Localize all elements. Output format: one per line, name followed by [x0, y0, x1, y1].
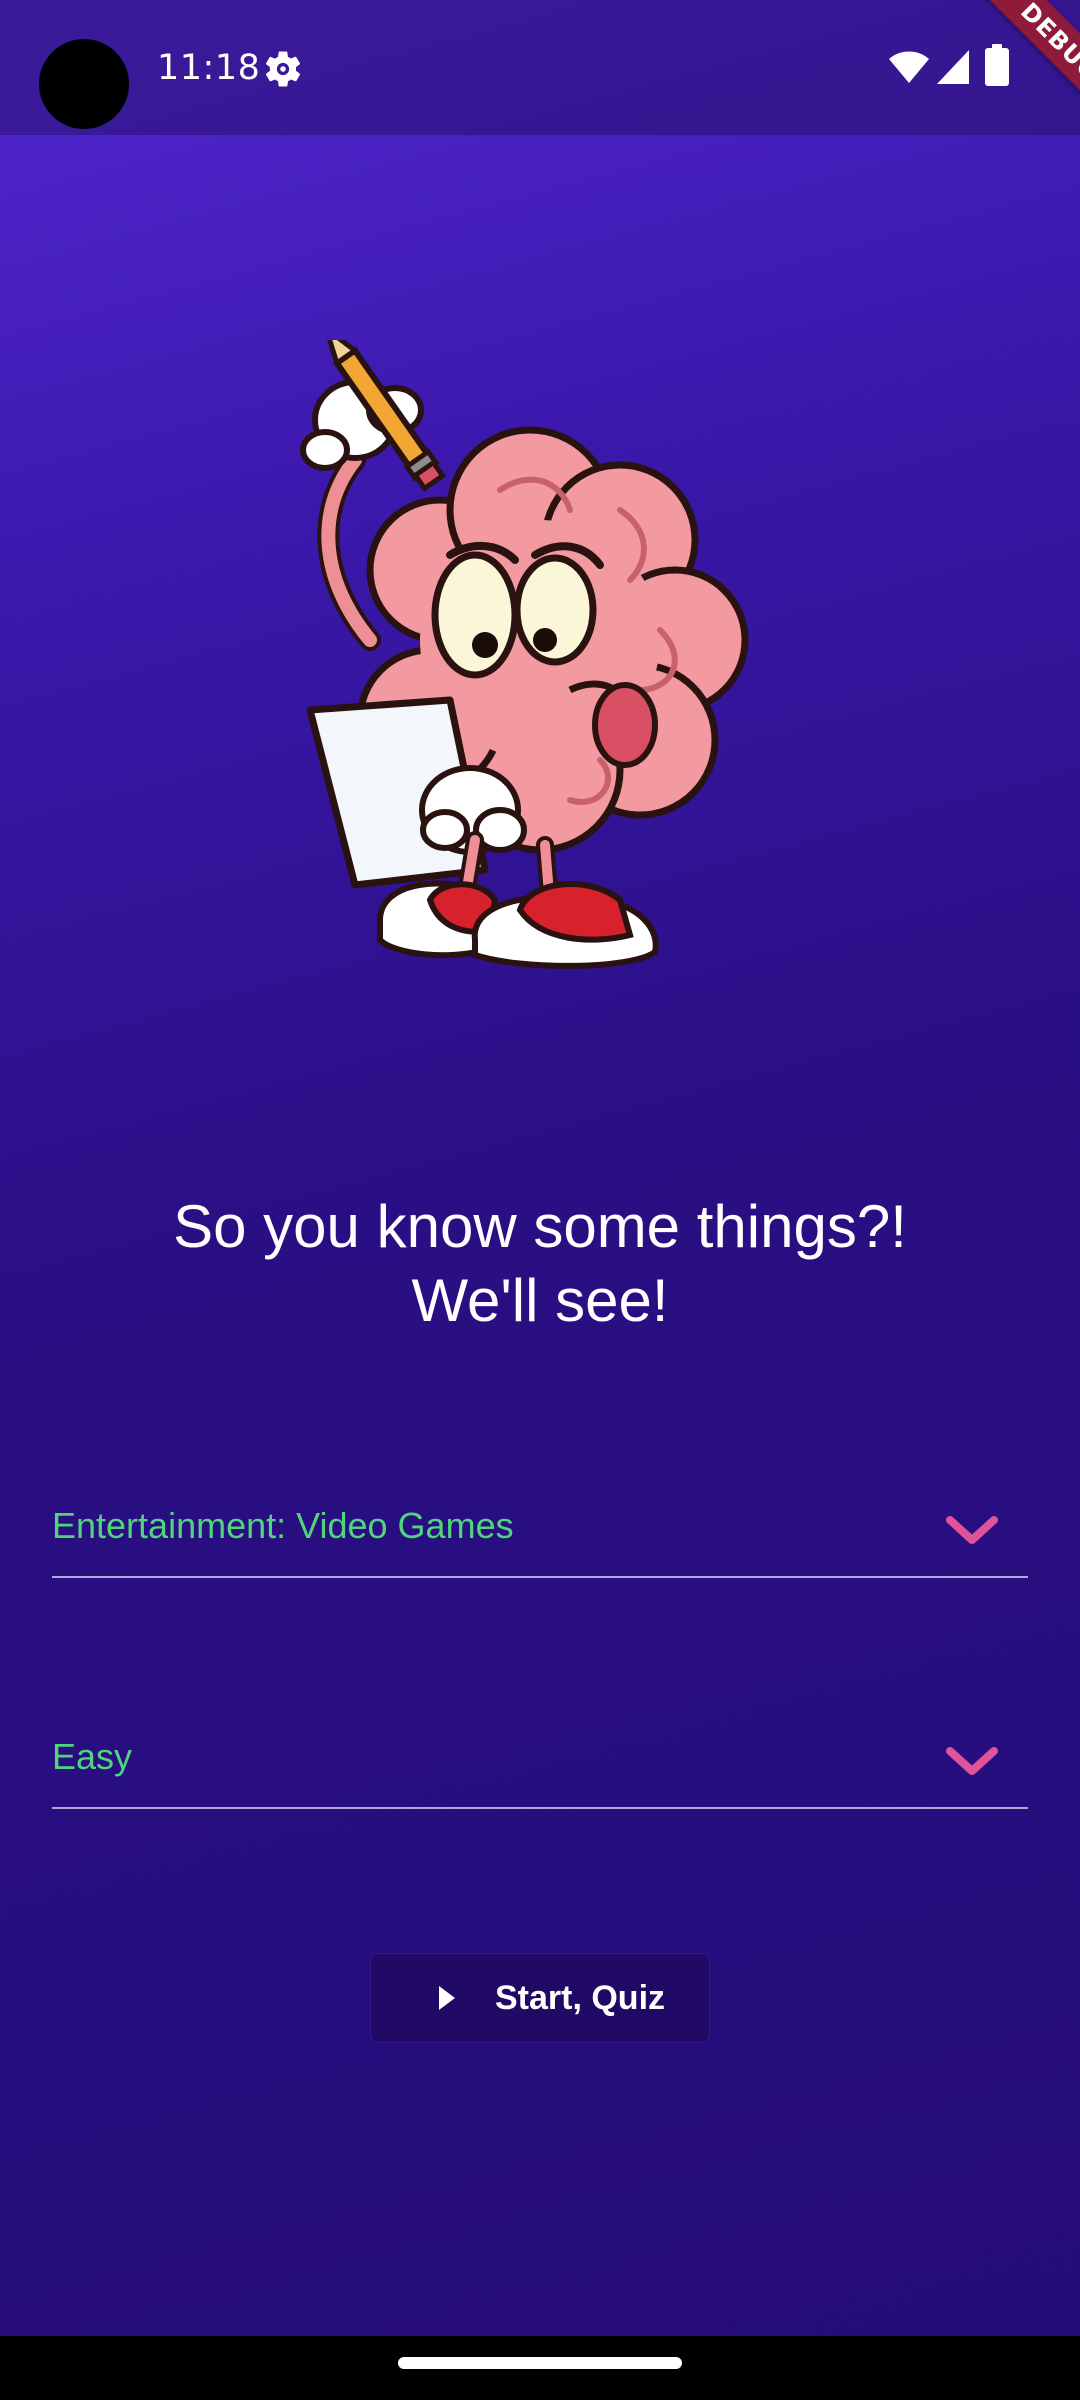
- chevron-down-icon: [946, 1747, 998, 1775]
- start-quiz-button[interactable]: Start, Quiz: [371, 1954, 709, 2042]
- category-dropdown[interactable]: Entertainment: Video Games: [52, 1492, 1028, 1578]
- tagline: So you know some things?! We'll see!: [0, 1190, 1080, 1338]
- brain-mascot-illustration: [300, 340, 749, 969]
- difficulty-dropdown[interactable]: Easy: [52, 1723, 1028, 1809]
- status-bar: 11:18: [0, 0, 1080, 135]
- battery-icon: [985, 44, 1009, 86]
- home-indicator[interactable]: [398, 2357, 682, 2369]
- start-quiz-label: Start, Quiz: [495, 1979, 666, 2017]
- signal-icon: [937, 50, 969, 84]
- camera-cutout: [39, 39, 129, 129]
- tagline-line-2: We'll see!: [411, 1267, 669, 1334]
- settings-icon: [265, 51, 301, 87]
- play-icon: [439, 1986, 455, 2010]
- status-time: 11:18: [157, 48, 261, 88]
- difficulty-dropdown-value: Easy: [52, 1736, 133, 1777]
- category-dropdown-value: Entertainment: Video Games: [52, 1505, 514, 1546]
- chevron-down-icon: [946, 1516, 998, 1544]
- tagline-line-1: So you know some things?!: [173, 1193, 907, 1260]
- wifi-icon: [889, 51, 929, 83]
